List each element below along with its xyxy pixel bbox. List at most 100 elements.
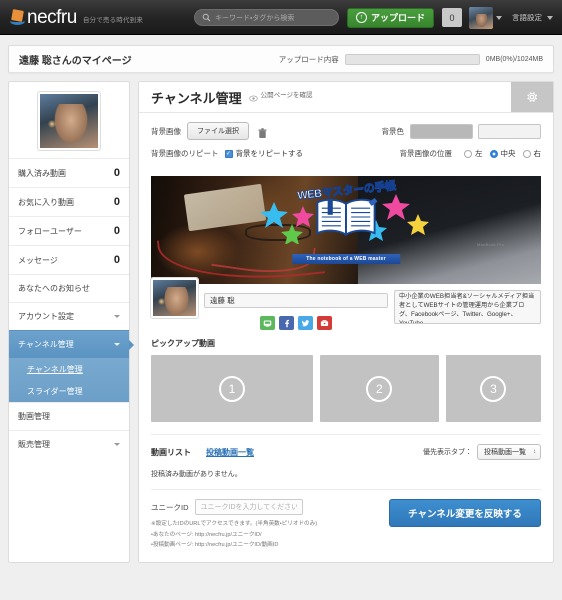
bg-position-option-left[interactable]: 左 bbox=[464, 148, 483, 159]
channel-owner-avatar[interactable] bbox=[150, 277, 199, 319]
bg-color-swatch-secondary[interactable] bbox=[478, 123, 541, 139]
channel-banner-preview[interactable]: WEBマスターの手帳 bbox=[151, 176, 541, 284]
file-select-button[interactable]: ファイル選択 bbox=[187, 122, 249, 140]
video-list-header: 動画リスト 投稿動画一覧 優先表示タブ： 投稿動画一覧 bbox=[151, 444, 541, 460]
language-setting-label[interactable]: 言語設定 bbox=[512, 12, 542, 23]
brand-tagline: 自分で売る時代到来 bbox=[82, 16, 144, 24]
sidebar-item-account-settings[interactable]: アカウント設定 bbox=[9, 302, 129, 330]
sidebar-stat-purchased[interactable]: 購入済み動画 0 bbox=[9, 158, 129, 187]
sidebar-item-label: 販売管理 bbox=[18, 440, 50, 449]
bg-repeat-label: 背景画像のリピート bbox=[151, 149, 219, 158]
twitter-share-icon[interactable] bbox=[298, 316, 313, 330]
pickup-slot-row: 1 2 3 bbox=[151, 355, 541, 422]
pickup-slot-2[interactable]: 2 bbox=[319, 355, 439, 422]
unique-id-section: ユニークID ※設定したIDのURLでアクセスできます。(半角英数・ピリオドのみ… bbox=[151, 489, 541, 562]
eye-icon bbox=[248, 90, 258, 101]
radio-label: 中央 bbox=[500, 149, 516, 158]
pickup-video-section: ピックアップ動画 1 2 3 bbox=[151, 338, 541, 422]
upload-quota-value: 0MB(0%)/1024MB bbox=[485, 55, 543, 63]
sidebar-item-label: アカウント設定 bbox=[18, 312, 74, 321]
bg-position-label: 背景画像の位置 bbox=[399, 149, 453, 158]
bg-color-label: 背景色 bbox=[381, 126, 405, 136]
unique-id-note-1: ※設定したIDのURLでアクセスできます。(半角英数・ピリオドのみ) bbox=[151, 521, 318, 527]
view-public-page-link[interactable]: 公開ページを確認 bbox=[248, 89, 313, 101]
sidebar-item-notifications[interactable]: あなたへのお知らせ bbox=[9, 274, 129, 302]
channel-profile-strip: 中小企業のWEB担当者&ソーシャルメディア担当者としてWEBサイトの管理運用から… bbox=[150, 277, 541, 330]
pickup-section-label: ピックアップ動画 bbox=[151, 339, 215, 348]
checkbox-checked-icon: ✓ bbox=[224, 149, 233, 158]
chevron-down-icon bbox=[114, 315, 120, 318]
sidebar-subitem-label: チャンネル管理 bbox=[27, 364, 83, 374]
banner-logo-group: WEBマスターの手帳 The notebook of a WEB master bbox=[246, 180, 446, 268]
sidebar-item-label: チャンネル管理 bbox=[18, 340, 74, 349]
main-title: チャンネル管理 bbox=[151, 90, 242, 106]
sidebar-user-avatar bbox=[37, 91, 101, 151]
upload-button[interactable]: ↑ アップロード bbox=[346, 7, 434, 28]
gear-icon bbox=[525, 90, 539, 104]
upload-progress-bar bbox=[344, 53, 480, 65]
search-input[interactable]: キーワード・タグから検索 bbox=[215, 13, 294, 23]
sidebar-avatar-container bbox=[9, 82, 129, 158]
banner-ribbon-text: The notebook of a WEB master bbox=[292, 254, 400, 265]
sidebar-submenu: チャンネル管理 スライダー管理 bbox=[9, 358, 129, 402]
unique-id-label: ユニークID bbox=[151, 502, 189, 512]
sidebar-item-channel-management[interactable]: チャンネル管理 bbox=[9, 330, 134, 358]
sidebar-stat-favorites[interactable]: お気に入り動画 0 bbox=[9, 187, 129, 216]
sidebar: 購入済み動画 0 お気に入り動画 0 フォローユーザー 0 メッセージ 0 あな… bbox=[8, 81, 134, 563]
channel-name-input[interactable] bbox=[204, 293, 388, 308]
channel-name-column bbox=[204, 290, 388, 330]
sidebar-stat-messages[interactable]: メッセージ 0 bbox=[9, 245, 129, 274]
sidebar-item-label: 動画管理 bbox=[18, 412, 50, 421]
facebook-share-icon[interactable] bbox=[279, 316, 294, 330]
youtube-share-icon[interactable] bbox=[317, 316, 332, 330]
radio-label: 左 bbox=[475, 149, 483, 158]
video-list-tab-link[interactable]: 投稿動画一覧 bbox=[206, 447, 254, 458]
form-row-background-repeat: 背景画像のリピート ✓ 背景をリピートする 背景画像の位置 左 中央 右 bbox=[151, 148, 541, 159]
main-panel-header: チャンネル管理 公開ページを確認 bbox=[139, 82, 553, 113]
notification-count-badge[interactable]: 0 bbox=[442, 8, 462, 27]
pickup-slot-number: 1 bbox=[218, 375, 245, 402]
pickup-slot-3[interactable]: 3 bbox=[445, 355, 541, 422]
video-list-section: 動画リスト 投稿動画一覧 優先表示タブ： 投稿動画一覧 投稿済み動画がありません… bbox=[151, 434, 541, 479]
save-channel-button[interactable]: チャンネル変更を反映する bbox=[389, 499, 541, 527]
video-list-empty-message: 投稿済み動画がありません。 bbox=[151, 471, 242, 478]
language-chevron-down-icon[interactable] bbox=[547, 15, 553, 20]
form-row-background-image: 背景画像 ファイル選択 背景色 bbox=[151, 122, 541, 140]
channel-description-input[interactable]: 中小企業のWEB担当者&ソーシャルメディア担当者としてWEBサイトの管理運用から… bbox=[394, 290, 541, 324]
settings-gear-button[interactable] bbox=[511, 82, 553, 112]
top-navigation-bar: necfru 自分で売る時代到来 キーワード・タグから検索 ↑ アップロード 0… bbox=[0, 0, 562, 35]
sidebar-item-sales-management[interactable]: 販売管理 bbox=[9, 430, 129, 458]
search-icon bbox=[202, 13, 211, 22]
search-box[interactable]: キーワード・タグから検索 bbox=[193, 9, 339, 26]
radio-icon bbox=[464, 149, 472, 158]
unique-id-input[interactable] bbox=[194, 499, 303, 515]
sidebar-item-label: あなたへのお知らせ bbox=[18, 284, 90, 293]
sidebar-subitem-slider-management[interactable]: スライダー管理 bbox=[9, 380, 129, 402]
trash-icon[interactable] bbox=[258, 126, 267, 138]
content-row: 購入済み動画 0 お気に入り動画 0 フォローユーザー 0 メッセージ 0 あな… bbox=[8, 81, 554, 563]
upload-quota-label: アップロード内容 bbox=[278, 54, 339, 64]
user-menu-chevron-down-icon[interactable] bbox=[496, 15, 502, 20]
sidebar-stat-following[interactable]: フォローユーザー 0 bbox=[9, 216, 129, 245]
priority-tab-select[interactable]: 投稿動画一覧 bbox=[477, 444, 541, 460]
line-share-icon[interactable] bbox=[260, 316, 275, 330]
sidebar-subitem-label: スライダー管理 bbox=[27, 386, 83, 396]
bg-repeat-checkbox[interactable]: ✓ 背景をリピートする bbox=[224, 148, 303, 159]
banner-open-book-icon bbox=[316, 198, 378, 237]
social-links-row bbox=[204, 316, 388, 330]
unique-id-column: ユニークID ※設定したIDのURLでアクセスできます。(半角英数・ピリオドのみ… bbox=[151, 499, 377, 551]
bg-position-option-center[interactable]: 中央 bbox=[489, 148, 516, 159]
radio-icon bbox=[522, 149, 531, 158]
pickup-slot-1[interactable]: 1 bbox=[151, 355, 313, 422]
sidebar-subitem-channel-management[interactable]: チャンネル管理 bbox=[9, 358, 129, 380]
sidebar-item-video-management[interactable]: 動画管理 bbox=[9, 402, 129, 430]
unique-id-note-2: ・あなたのページ: http://necfru.jp/ユニークID/ bbox=[151, 531, 262, 538]
sidebar-stat-value: 0 bbox=[113, 254, 120, 266]
sidebar-stat-label: 購入済み動画 bbox=[18, 168, 66, 178]
bg-position-option-right[interactable]: 右 bbox=[522, 148, 541, 159]
page-container: 遠藤 聡さんのマイページ アップロード内容 0MB(0%)/1024MB 購入済… bbox=[0, 35, 562, 600]
bg-color-swatch-primary[interactable] bbox=[410, 123, 473, 139]
brand-logo[interactable]: necfru 自分で売る時代到来 bbox=[10, 8, 143, 27]
user-avatar[interactable] bbox=[469, 6, 493, 29]
top-navigation-right: キーワード・タグから検索 ↑ アップロード 0 言語設定 bbox=[193, 0, 562, 35]
